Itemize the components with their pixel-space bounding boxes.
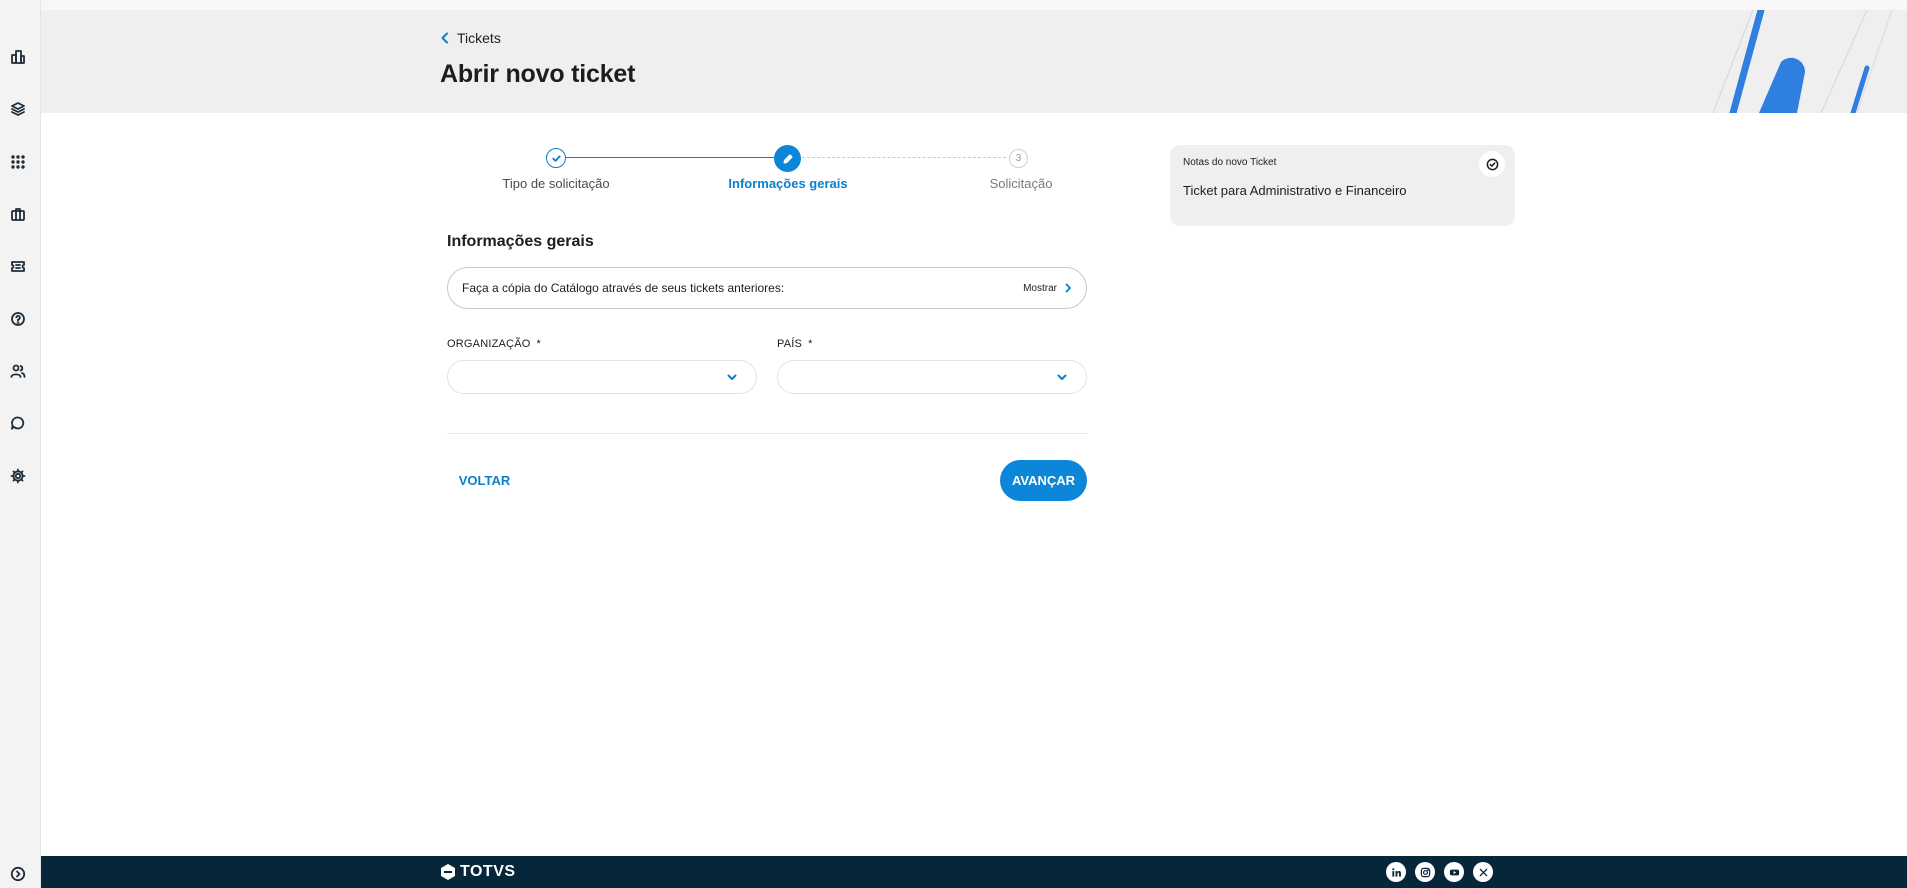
- social-links: [1386, 862, 1493, 882]
- organization-label: ORGANIZAÇÃO *: [447, 338, 541, 350]
- pencil-icon: [783, 154, 792, 163]
- totvs-logo-mark: [441, 864, 455, 880]
- apps-grid-icon[interactable]: [9, 153, 27, 171]
- required-mark: *: [808, 338, 813, 350]
- step-3-label: Solicitação: [989, 176, 1053, 191]
- notes-body: Ticket para Administrativo e Financeiro: [1183, 183, 1407, 198]
- section-title: Informações gerais: [447, 233, 594, 250]
- briefcase-icon[interactable]: [9, 205, 27, 223]
- help-icon[interactable]: [9, 310, 27, 328]
- linkedin-icon[interactable]: [1386, 862, 1406, 882]
- progress-stepper: 3 Tipo de solicitação Informações gerais…: [447, 145, 1067, 196]
- step-1-label[interactable]: Tipo de solicitação: [502, 176, 609, 191]
- check-icon: [551, 154, 561, 162]
- x-icon[interactable]: [1473, 862, 1493, 882]
- building-icon[interactable]: [9, 48, 27, 66]
- chat-icon[interactable]: [9, 414, 27, 432]
- country-label: PAÍS *: [777, 338, 813, 350]
- organization-select[interactable]: [447, 360, 757, 394]
- youtube-icon[interactable]: [1444, 862, 1464, 882]
- totvs-logo[interactable]: TOTVS: [440, 863, 516, 881]
- step-connector-pending: [792, 157, 1006, 158]
- country-select[interactable]: [777, 360, 1087, 394]
- chevron-down-icon: [727, 374, 737, 380]
- ticket-notes-card: Notas do novo Ticket Ticket para Adminis…: [1170, 145, 1515, 226]
- step-2-indicator: [774, 145, 801, 172]
- next-button[interactable]: AVANÇAR: [1000, 460, 1087, 501]
- copy-catalog-banner: Faça a cópia do Catálogo através de seus…: [447, 267, 1087, 309]
- show-label: Mostrar: [1023, 282, 1057, 294]
- instagram-icon[interactable]: [1415, 862, 1435, 882]
- settings-icon[interactable]: [9, 467, 27, 485]
- ticket-icon[interactable]: [9, 257, 27, 275]
- top-strip: [41, 0, 1907, 10]
- form-divider: [447, 433, 1087, 434]
- breadcrumb-back[interactable]: Tickets: [440, 30, 501, 46]
- step-1-indicator[interactable]: [546, 148, 566, 168]
- footer: TOTVS: [41, 856, 1907, 888]
- page-title: Abrir novo ticket: [440, 60, 636, 88]
- breadcrumb-label: Tickets: [457, 30, 501, 46]
- back-button[interactable]: VOLTAR: [447, 460, 522, 500]
- step-3-indicator: 3: [1009, 149, 1028, 168]
- check-circle-icon: [1479, 151, 1505, 177]
- chevron-down-icon: [1057, 374, 1067, 380]
- chevron-right-icon: [1065, 283, 1071, 293]
- chevron-left-icon: [441, 32, 448, 44]
- required-mark: *: [536, 338, 541, 350]
- layers-icon[interactable]: [9, 100, 27, 118]
- header-decoration: [1712, 10, 1893, 113]
- step-connector-done: [556, 157, 778, 158]
- logo-text: TOTVS: [460, 863, 516, 880]
- sidebar: [0, 0, 41, 888]
- copy-catalog-text: Faça a cópia do Catálogo através de seus…: [462, 281, 785, 295]
- users-icon[interactable]: [9, 362, 27, 380]
- show-previous-tickets-button[interactable]: Mostrar: [1023, 283, 1072, 294]
- step-2-label: Informações gerais: [728, 176, 848, 191]
- notes-title: Notas do novo Ticket: [1183, 157, 1277, 168]
- expand-icon[interactable]: [9, 865, 27, 883]
- page-header: Tickets Abrir novo ticket: [41, 10, 1907, 113]
